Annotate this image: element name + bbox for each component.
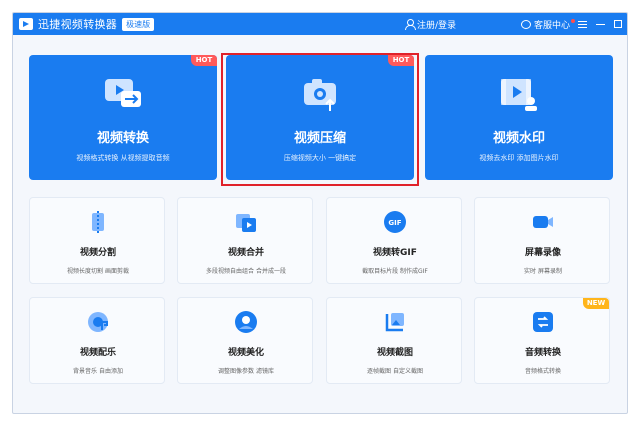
minimize-icon bbox=[595, 23, 605, 25]
card-title: 视频转GIF bbox=[373, 248, 417, 258]
title-bar: 迅捷视频转换器 极速版 注册/登录 客服中心 bbox=[13, 13, 627, 35]
card-subtitle: 视频长度切割 画面剪裁 bbox=[67, 268, 129, 275]
card-title: 视频水印 bbox=[492, 131, 545, 146]
card-title: 视频截图 bbox=[376, 348, 413, 358]
audio-convert-card[interactable]: NEW 音频转换 音频格式转换 bbox=[474, 297, 610, 384]
screen-record-icon bbox=[533, 216, 553, 228]
card-title: 视频转换 bbox=[96, 131, 149, 146]
card-subtitle: 调整图像参数 滤镜库 bbox=[218, 368, 274, 375]
video-watermark-card[interactable]: 视频水印 视频去水印 添加图片水印 bbox=[425, 55, 613, 180]
screenshot-icon bbox=[385, 313, 404, 332]
card-title: 音频转换 bbox=[524, 348, 561, 358]
card-subtitle: 背景音乐 自由添加 bbox=[73, 368, 123, 375]
menu-button[interactable] bbox=[573, 13, 591, 35]
card-title: 视频配乐 bbox=[79, 348, 116, 358]
chat-icon bbox=[521, 19, 531, 29]
card-subtitle: 视频格式转换 从视频提取音频 bbox=[76, 154, 170, 162]
screen-record-card[interactable]: 屏幕录像 实时 屏幕录制 bbox=[474, 197, 610, 284]
card-title: 屏幕录像 bbox=[524, 248, 561, 258]
login-label: 注册/登录 bbox=[417, 20, 457, 31]
maximize-button[interactable] bbox=[609, 13, 627, 35]
minimize-button[interactable] bbox=[591, 13, 609, 35]
card-subtitle: 逐帧截图 自定义截图 bbox=[367, 368, 423, 375]
music-icon bbox=[88, 312, 108, 332]
support-label: 客服中心 bbox=[534, 20, 571, 31]
video-split-card[interactable]: 视频分割 视频长度切割 画面剪裁 bbox=[29, 197, 165, 284]
selection-highlight bbox=[221, 53, 419, 186]
svg-text:GIF: GIF bbox=[388, 219, 401, 227]
film-watermark-icon bbox=[501, 79, 537, 111]
app-title: 迅捷视频转换器 bbox=[38, 18, 118, 31]
hot-badge: HOT bbox=[191, 55, 217, 66]
audio-convert-icon bbox=[533, 312, 553, 332]
app-logo-icon bbox=[19, 18, 33, 30]
card-subtitle: 截取目标片段 制作成GIF bbox=[362, 268, 428, 275]
card-title: 视频分割 bbox=[79, 248, 116, 258]
card-subtitle: 实时 屏幕录制 bbox=[524, 268, 562, 275]
card-title: 视频美化 bbox=[227, 348, 264, 358]
edition-badge: 极速版 bbox=[122, 17, 155, 31]
video-beautify-card[interactable]: 视频美化 调整图像参数 滤镜库 bbox=[177, 297, 313, 384]
video-music-card[interactable]: 视频配乐 背景音乐 自由添加 bbox=[29, 297, 165, 384]
user-icon bbox=[405, 19, 416, 30]
login-button[interactable]: 注册/登录 bbox=[405, 13, 456, 35]
video-to-gif-card[interactable]: GIF 视频转GIF 截取目标片段 制作成GIF bbox=[326, 197, 462, 284]
menu-icon bbox=[577, 20, 587, 28]
split-icon bbox=[92, 211, 104, 233]
gif-icon: GIF bbox=[384, 211, 406, 233]
card-subtitle: 多段视频自由组合 合并成一段 bbox=[206, 268, 286, 275]
video-convert-icon bbox=[105, 79, 141, 107]
card-subtitle: 视频去水印 添加图片水印 bbox=[479, 154, 559, 162]
app-window: 迅捷视频转换器 极速版 注册/登录 客服中心 HOT 视频转换 视频格式转换 从… bbox=[12, 12, 628, 414]
beautify-icon bbox=[235, 311, 257, 333]
card-title: 视频合并 bbox=[227, 248, 264, 258]
video-screenshot-card[interactable]: 视频截图 逐帧截图 自定义截图 bbox=[326, 297, 462, 384]
maximize-icon bbox=[614, 20, 622, 28]
video-merge-card[interactable]: 视频合并 多段视频自由组合 合并成一段 bbox=[177, 197, 313, 284]
video-convert-card[interactable]: HOT 视频转换 视频格式转换 从视频提取音频 bbox=[29, 55, 217, 180]
card-subtitle: 音频格式转换 bbox=[524, 368, 561, 375]
support-button[interactable]: 客服中心 bbox=[521, 13, 576, 35]
merge-icon bbox=[236, 214, 256, 232]
new-badge: NEW bbox=[583, 298, 609, 309]
